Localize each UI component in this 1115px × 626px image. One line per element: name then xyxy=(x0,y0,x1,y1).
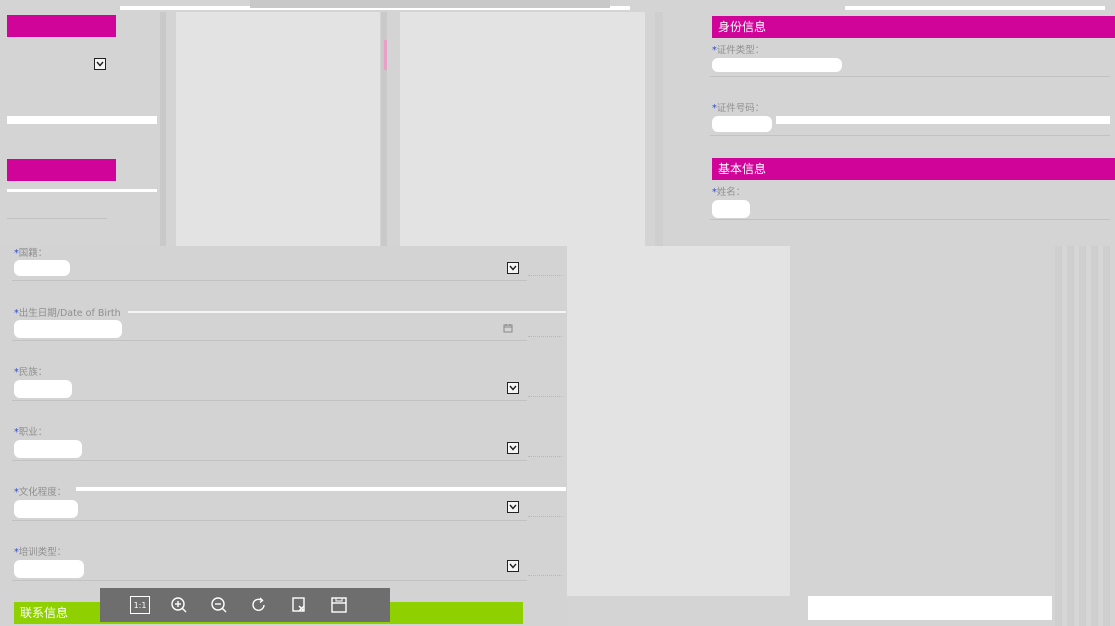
identity-section-header: 身份信息 xyxy=(712,16,1115,38)
ethnicity-underline xyxy=(12,400,527,401)
panel-divider-accent xyxy=(384,40,387,70)
name-label: *姓名： xyxy=(712,187,746,198)
top-window-strip-dark xyxy=(250,0,610,8)
main-form-panel xyxy=(0,246,567,626)
left-section-header-1 xyxy=(7,15,116,37)
ethnicity-label: *民族： xyxy=(14,367,48,378)
left-field-line xyxy=(7,116,157,124)
zoom-out-icon[interactable] xyxy=(208,594,230,616)
education-label: *文化程度： xyxy=(14,487,67,498)
rotate-icon[interactable] xyxy=(248,594,270,616)
occupation-label: *职业： xyxy=(14,427,48,438)
ethnicity-dots xyxy=(528,396,562,397)
id-type-underline xyxy=(710,76,1110,77)
id-number-underline xyxy=(710,135,1110,136)
occupation-underline xyxy=(12,460,527,461)
bottom-field-strip xyxy=(808,596,1052,620)
contact-header-title: 联系信息 xyxy=(20,606,69,620)
dob-value[interactable] xyxy=(14,320,122,338)
save-icon[interactable] xyxy=(328,594,350,616)
id-type-label: *证件类型： xyxy=(712,45,765,56)
identity-header-title: 身份信息 xyxy=(718,20,767,34)
dob-underline xyxy=(12,340,527,341)
ethnicity-value[interactable] xyxy=(14,380,72,398)
id-type-value[interactable] xyxy=(712,58,842,72)
middle-panel-1 xyxy=(176,12,380,246)
panel-border-right xyxy=(655,12,663,246)
id-number-value[interactable] xyxy=(712,116,772,132)
image-viewer-toolbar: 1:1 xyxy=(100,588,390,622)
dob-dots xyxy=(528,336,562,337)
right-scroll-lines xyxy=(1055,246,1111,626)
name-underline xyxy=(710,219,1110,220)
left-section-header-2 xyxy=(7,159,116,181)
top-right-strip xyxy=(845,6,1105,10)
dob-label: *出生日期/Date of Birth xyxy=(14,308,121,319)
education-dots xyxy=(528,516,562,517)
education-underline xyxy=(12,520,527,521)
nationality-value[interactable] xyxy=(14,260,70,276)
occupation-dots xyxy=(528,456,562,457)
left-divider xyxy=(7,218,107,219)
training-dots xyxy=(528,575,562,576)
education-value[interactable] xyxy=(14,500,78,518)
education-header-line xyxy=(76,487,566,491)
center-blank-panel xyxy=(567,246,790,596)
id-number-field[interactable] xyxy=(776,116,1110,124)
dob-header-line xyxy=(128,311,566,313)
calendar-icon[interactable] xyxy=(503,323,513,333)
crop-icon[interactable] xyxy=(288,594,310,616)
training-value[interactable] xyxy=(14,560,84,578)
id-number-label: *证件号码： xyxy=(712,103,765,114)
training-chevron[interactable] xyxy=(507,560,519,572)
occupation-chevron[interactable] xyxy=(507,442,519,454)
nationality-label: *国籍： xyxy=(14,248,48,259)
occupation-value[interactable] xyxy=(14,440,82,458)
actual-size-button[interactable]: 1:1 xyxy=(130,596,150,614)
zoom-in-icon[interactable] xyxy=(168,594,190,616)
left-field-line-2 xyxy=(7,189,157,192)
nationality-chevron[interactable] xyxy=(507,262,519,274)
nationality-underline xyxy=(12,280,527,281)
basic-section-header: 基本信息 xyxy=(712,158,1115,180)
education-chevron[interactable] xyxy=(507,501,519,513)
ethnicity-chevron[interactable] xyxy=(507,382,519,394)
left-select-chevron[interactable] xyxy=(94,58,106,70)
basic-header-title: 基本信息 xyxy=(718,162,767,176)
nationality-dots xyxy=(528,275,562,276)
name-value[interactable] xyxy=(712,200,750,218)
training-underline xyxy=(12,580,527,581)
training-label: *培训类型： xyxy=(14,547,67,558)
panel-border-left xyxy=(160,12,166,246)
middle-panel-2 xyxy=(400,12,645,246)
